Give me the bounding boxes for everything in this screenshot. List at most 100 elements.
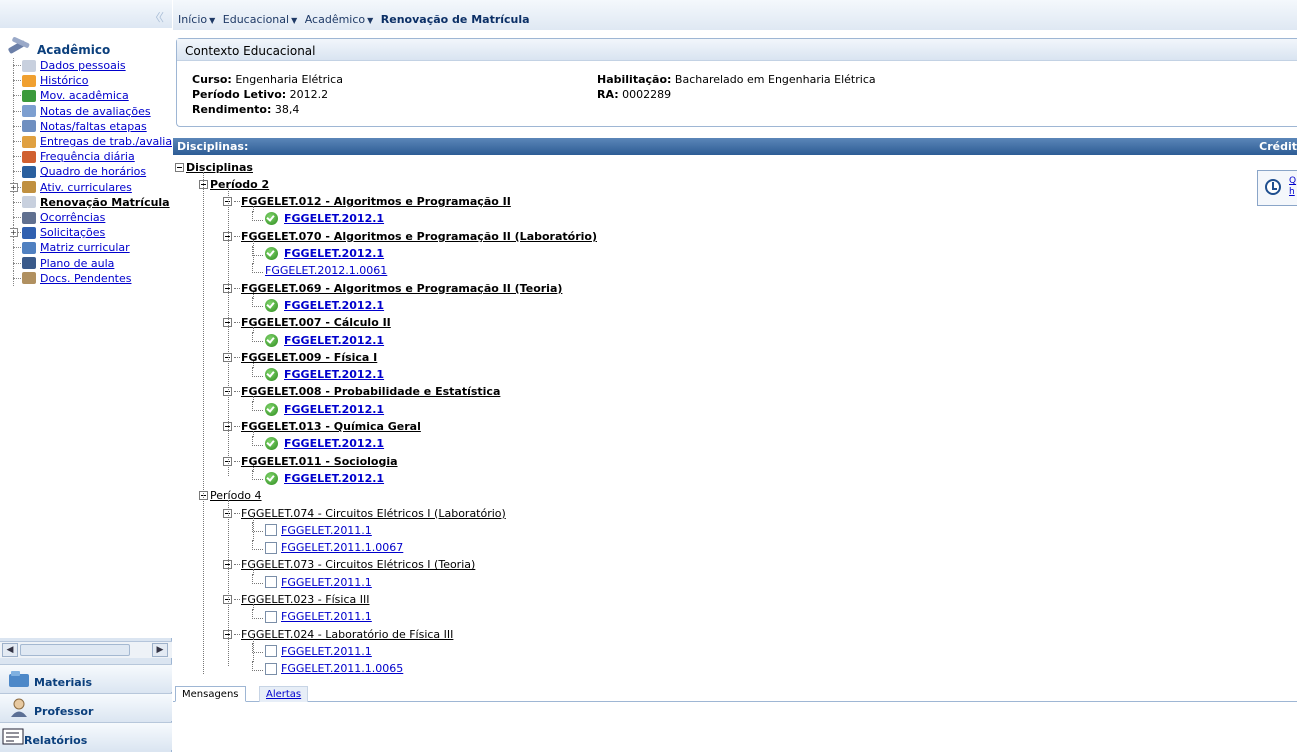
course-label[interactable]: FGGELET.074 - Circuitos Elétricos I (Lab… (241, 507, 506, 520)
sidebar-item-label[interactable]: Dados pessoais (40, 59, 126, 72)
clock-icon (1265, 179, 1281, 195)
course-label[interactable]: FGGELET.073 - Circuitos Elétricos I (Teo… (241, 558, 475, 571)
sidebar-section-relatorios[interactable]: Relatórios (0, 722, 172, 750)
collapse-icon[interactable] (175, 162, 184, 172)
sidebar-item[interactable]: Quadro de horários (10, 164, 172, 180)
scroll-right-icon[interactable]: ▶ (152, 643, 168, 657)
offer-link[interactable]: FGGELET.2011.1.0067 (281, 541, 403, 554)
offer-link[interactable]: FGGELET.2012.1 (284, 247, 384, 260)
sidebar-item[interactable]: Ocorrências (10, 210, 172, 225)
sidebar-item[interactable]: Entregas de trab./avaliações (10, 134, 172, 149)
offer-link[interactable]: FGGELET.2011.1 (281, 576, 372, 589)
course-label[interactable]: FGGELET.023 - Física III (241, 593, 369, 606)
offer-node: FGGELET.2012.1 (252, 210, 384, 227)
enrolled-check-icon (265, 437, 280, 451)
sidebar-item-label[interactable]: Entregas de trab./avaliações (40, 135, 172, 148)
offer-checkbox[interactable] (265, 524, 277, 537)
period-label[interactable]: Período 2 (210, 178, 269, 191)
course-label[interactable]: FGGELET.007 - Cálculo II (241, 316, 391, 329)
offer-link[interactable]: FGGELET.2011.1 (281, 610, 372, 623)
sidebar-item-label[interactable]: Notas de avaliações (40, 105, 151, 118)
course-label[interactable]: FGGELET.008 - Probabilidade e Estatístic… (241, 385, 500, 398)
sidebar-item[interactable]: Notas/faltas etapas (10, 118, 172, 134)
sidebar-item[interactable]: + Solicitações (10, 225, 172, 241)
sidebar-item[interactable]: Dados pessoais (10, 58, 172, 73)
course-label[interactable]: FGGELET.070 - Algoritmos e Programação I… (241, 230, 597, 243)
sidebar-item-label[interactable]: Mov. acadêmica (40, 89, 129, 102)
sidebar-item[interactable]: Docs. Pendentes (10, 270, 172, 286)
enrolled-check-icon (265, 298, 280, 312)
sidebar-item-label[interactable]: Docs. Pendentes (40, 272, 132, 285)
offer-link[interactable]: FGGELET.2012.1 (284, 472, 384, 485)
dropdown-arrow-icon[interactable]: ▼ (209, 16, 215, 25)
sidebar-item-label[interactable]: Matriz curricular (40, 241, 130, 254)
sidebar-item-label[interactable]: Histórico (40, 74, 88, 87)
sidebar-item[interactable]: Histórico (10, 73, 172, 89)
offer-checkbox[interactable] (265, 576, 277, 589)
sidebar-item-label[interactable]: Ativ. curriculares (40, 181, 132, 194)
sidebar-item-label[interactable]: Ocorrências (40, 211, 105, 224)
sidebar-item[interactable]: Notas de avaliações (10, 103, 172, 119)
course-label[interactable]: FGGELET.012 - Algoritmos e Programação I… (241, 195, 511, 208)
section-header[interactable]: Acadêmico (6, 34, 110, 58)
sidebar-item[interactable]: Mov. acadêmica (10, 88, 172, 104)
course-label[interactable]: FGGELET.011 - Sociologia (241, 455, 398, 468)
breadcrumb-item-educacional[interactable]: Educacional (223, 13, 289, 26)
sidebar-item[interactable]: Frequência diária (10, 149, 172, 165)
tree-root-label[interactable]: Disciplinas (186, 161, 253, 174)
credit-info-text[interactable]: Qh (1289, 176, 1296, 198)
offer-link[interactable]: FGGELET.2012.1 (284, 334, 384, 347)
collapse-chevron-icon[interactable]: 〈〈 (150, 9, 164, 25)
sidebar-item-label[interactable]: Frequência diária (40, 150, 135, 163)
renewal-icon (22, 196, 36, 209)
sidebar-item[interactable]: Renovação Matrícula (10, 194, 172, 210)
dropdown-arrow-icon[interactable]: ▼ (291, 16, 297, 25)
sidebar-section-materiais[interactable]: Materiais (0, 664, 172, 692)
section-title-professor: Professor (34, 705, 94, 718)
credit-info-box[interactable]: Qh (1257, 170, 1297, 206)
offer-checkbox[interactable] (265, 645, 277, 658)
tab-mensagens[interactable]: Mensagens (175, 686, 246, 702)
tree-connector (252, 470, 263, 481)
offer-link[interactable]: FGGELET.2012.1.0061 (265, 264, 387, 277)
expand-icon[interactable]: + (10, 182, 18, 192)
tab-alertas[interactable]: Alertas (259, 686, 309, 702)
course-label[interactable]: FGGELET.013 - Química Geral (241, 420, 421, 433)
sidebar-item[interactable]: Matriz curricular (10, 240, 172, 256)
curriculum-icon (22, 241, 36, 254)
course-label[interactable]: FGGELET.009 - Física I (241, 351, 377, 364)
offer-link[interactable]: FGGELET.2012.1 (284, 299, 384, 312)
tree-connector (10, 73, 22, 89)
breadcrumb-item-academico[interactable]: Acadêmico (305, 13, 365, 26)
expand-icon[interactable]: + (10, 228, 18, 238)
offer-checkbox[interactable] (265, 541, 277, 554)
sidebar: 〈〈 Acadêmico Dados pessoais Histórico Mov.… (0, 0, 172, 752)
sidebar-item-label[interactable]: Renovação Matrícula (40, 196, 170, 209)
scroll-left-icon[interactable]: ◀ (2, 643, 18, 657)
offer-link[interactable]: FGGELET.2011.1.0065 (281, 662, 403, 675)
offer-link[interactable]: FGGELET.2012.1 (284, 437, 384, 450)
offer-node: FGGELET.2012.1 (252, 332, 384, 348)
offer-link[interactable]: FGGELET.2011.1 (281, 524, 372, 537)
scroll-thumb[interactable] (20, 644, 130, 656)
offer-link[interactable]: FGGELET.2012.1 (284, 403, 384, 416)
offer-link[interactable]: FGGELET.2011.1 (281, 645, 372, 658)
offer-link[interactable]: FGGELET.2012.1 (284, 212, 384, 225)
sidebar-item[interactable]: Plano de aula (10, 255, 172, 271)
sidebar-item-label[interactable]: Solicitações (40, 226, 105, 239)
offer-checkbox[interactable] (265, 662, 277, 675)
breadcrumb-item-inicio[interactable]: Início (178, 13, 207, 26)
sidebar-item-label[interactable]: Quadro de horários (40, 165, 146, 178)
sidebar-item[interactable]: + Ativ. curriculares (10, 179, 172, 195)
period-label[interactable]: Período 4 (210, 489, 262, 502)
sidebar-scrollbar[interactable]: ◀ ▶ (0, 641, 172, 658)
course-label[interactable]: FGGELET.069 - Algoritmos e Programação I… (241, 282, 562, 295)
dropdown-arrow-icon[interactable]: ▼ (367, 16, 373, 25)
course-label[interactable]: FGGELET.024 - Laboratório de Física III (241, 628, 453, 641)
sidebar-section-professor[interactable]: Professor (0, 693, 172, 721)
sidebar-item-label[interactable]: Plano de aula (40, 257, 114, 270)
sidebar-item-label[interactable]: Notas/faltas etapas (40, 120, 147, 133)
offer-checkbox[interactable] (265, 610, 277, 623)
sidebar-collapse-bar[interactable]: 〈〈 (0, 0, 172, 28)
offer-link[interactable]: FGGELET.2012.1 (284, 368, 384, 381)
